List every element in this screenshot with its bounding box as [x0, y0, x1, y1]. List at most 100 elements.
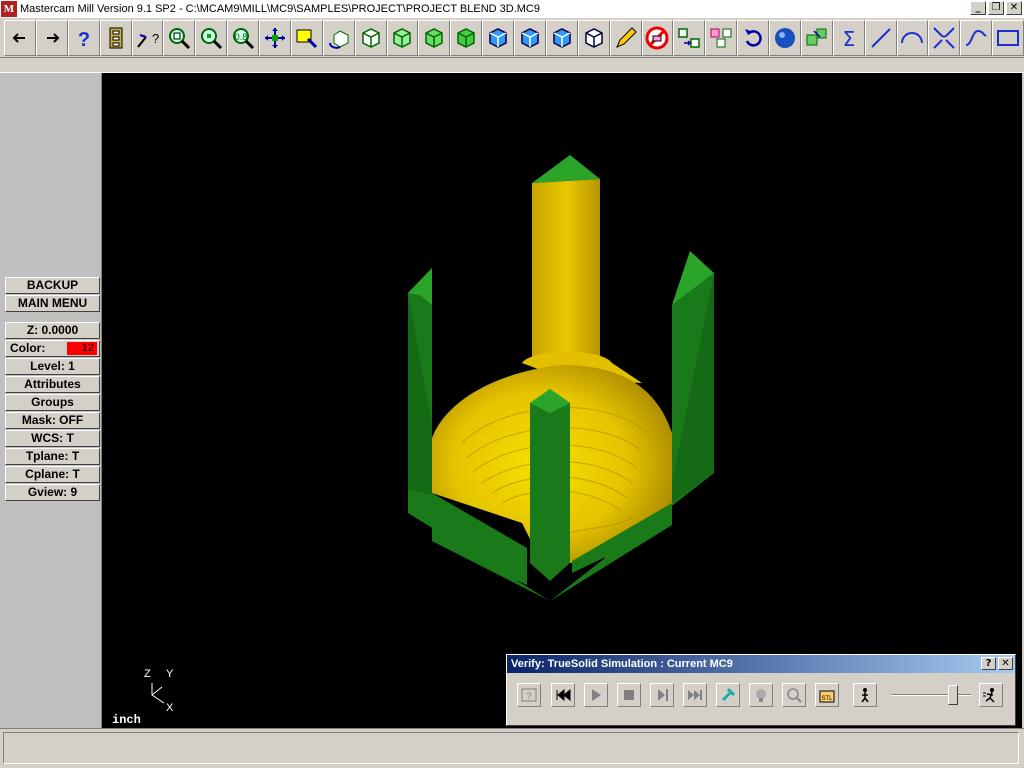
- solids-button[interactable]: [800, 19, 833, 56]
- cube-blue-1-icon: [489, 27, 507, 48]
- zoom-fit-icon: 0.8: [233, 27, 255, 49]
- forward-button[interactable]: [35, 19, 68, 56]
- color-label: Color:: [10, 341, 46, 355]
- level-button[interactable]: Level: 1: [5, 358, 100, 375]
- verify-play-button[interactable]: [584, 683, 608, 707]
- back-button[interactable]: [4, 19, 36, 56]
- tplane-button[interactable]: Tplane: T: [5, 448, 100, 465]
- copy-transform-button[interactable]: [705, 19, 738, 56]
- pencil-icon: [615, 26, 637, 48]
- svg-text:Σ: Σ: [842, 27, 855, 51]
- arc-button[interactable]: [896, 19, 929, 56]
- zoom-window-button[interactable]: [163, 19, 196, 56]
- no-erase-button[interactable]: [641, 19, 674, 56]
- status-text: [3, 732, 1019, 764]
- select-icon: [296, 29, 317, 48]
- lightbulb-icon: [756, 689, 766, 702]
- cplane-side-button[interactable]: [545, 19, 578, 56]
- rotate-cube-icon: [328, 29, 349, 49]
- verify-close-button[interactable]: ✕: [998, 657, 1013, 670]
- verify-dialog: Verify: TrueSolid Simulation : Current M…: [506, 654, 1016, 726]
- z-depth-button[interactable]: Z: 0.0000: [5, 322, 100, 339]
- status-bar: [0, 728, 1024, 768]
- translate-button[interactable]: [673, 19, 706, 56]
- prompt-area: [0, 58, 1024, 73]
- question-icon: ?: [78, 29, 90, 51]
- select-screen-button[interactable]: [290, 19, 323, 56]
- rewind-icon: [556, 688, 571, 702]
- arrow-right-icon: [46, 32, 60, 43]
- cplane-front-button[interactable]: [514, 19, 546, 56]
- unzoom-button[interactable]: [195, 19, 228, 56]
- spline-button[interactable]: [960, 19, 993, 56]
- speed-slider-track: [891, 694, 971, 696]
- analyze-button[interactable]: ?: [131, 19, 164, 56]
- cplane-3d-button[interactable]: [577, 19, 610, 56]
- help-button[interactable]: ?: [67, 19, 100, 56]
- verify-zoom-button[interactable]: [782, 683, 806, 707]
- speed-slider-thumb[interactable]: [948, 685, 958, 705]
- groups-button[interactable]: Groups: [5, 394, 100, 411]
- verify-help-button[interactable]: ?: [981, 657, 996, 670]
- verify-save-stl-button[interactable]: STL: [815, 683, 839, 707]
- file-cabinet-button[interactable]: [99, 19, 132, 56]
- pan-button[interactable]: [259, 19, 291, 56]
- cube-blue-2-icon: [521, 27, 539, 48]
- backup-button[interactable]: BACKUP: [5, 277, 100, 294]
- axis-x-label: X: [166, 702, 174, 714]
- pan-icon: [264, 27, 285, 48]
- cplane-button[interactable]: Cplane: T: [5, 466, 100, 483]
- undo-button[interactable]: [737, 19, 769, 56]
- attributes-button[interactable]: Attributes: [5, 376, 100, 393]
- solids-boxes-icon: [806, 28, 827, 45]
- line-button[interactable]: [864, 19, 897, 56]
- shading-button[interactable]: [769, 19, 801, 56]
- verify-slow-button[interactable]: [853, 683, 877, 707]
- verify-stop-button[interactable]: [617, 683, 641, 707]
- cube-green-2-icon: [393, 27, 412, 48]
- view-side-button[interactable]: [418, 19, 451, 56]
- stl-icon: STL: [819, 690, 835, 703]
- fillet-icon: [933, 26, 956, 49]
- speed-slider[interactable]: [891, 685, 971, 705]
- verify-step-button[interactable]: [650, 683, 674, 707]
- verify-rewind-button[interactable]: [551, 683, 575, 707]
- verify-tool-display-button[interactable]: [716, 683, 740, 707]
- analyze-question-icon: ?: [137, 31, 160, 48]
- zoom-fit-button[interactable]: 0.8: [227, 19, 259, 56]
- arrow-left-icon: [12, 32, 25, 43]
- dynamic-rotate-button[interactable]: [322, 19, 355, 56]
- verify-title-bar[interactable]: Verify: TrueSolid Simulation : Current M…: [507, 655, 1015, 673]
- color-button[interactable]: Color: 12: [5, 340, 100, 357]
- verify-options-button[interactable]: ?: [517, 683, 541, 707]
- fillet-button[interactable]: [928, 19, 961, 56]
- spline-icon: [965, 29, 987, 46]
- svg-text:STL: STL: [821, 696, 833, 702]
- rectangle-button[interactable]: [992, 19, 1024, 56]
- verify-fast-forward-button[interactable]: [683, 683, 707, 707]
- view-top-button[interactable]: [354, 19, 387, 56]
- restore-button[interactable]: ❐: [988, 1, 1004, 15]
- center-boss: [532, 179, 600, 363]
- graphics-viewport[interactable]: Z Y X inch: [102, 73, 1022, 728]
- verify-fast-button[interactable]: [979, 683, 1003, 707]
- view-iso-button[interactable]: [450, 19, 483, 56]
- verify-light-button[interactable]: [749, 683, 773, 707]
- mastercam-logo-icon[interactable]: M: [1, 1, 17, 17]
- gview-button[interactable]: Gview: 9: [5, 484, 100, 501]
- sum-button[interactable]: Σ: [832, 19, 865, 56]
- wcs-button[interactable]: WCS: T: [5, 430, 100, 447]
- close-button[interactable]: ✕: [1006, 1, 1022, 15]
- zoom-window-icon: [169, 27, 191, 49]
- view-front-button[interactable]: [386, 19, 419, 56]
- units-label: inch: [112, 713, 141, 727]
- mask-button[interactable]: Mask: OFF: [5, 412, 100, 429]
- translate-icon: [678, 27, 701, 48]
- undo-arc-icon: [745, 28, 762, 47]
- stock-post-front: [530, 389, 570, 581]
- pencil-button[interactable]: [609, 19, 642, 56]
- main-menu-button[interactable]: MAIN MENU: [5, 295, 100, 312]
- axis-y-label: Y: [166, 668, 174, 680]
- minimize-button[interactable]: _: [970, 1, 986, 15]
- cplane-top-button[interactable]: [482, 19, 514, 56]
